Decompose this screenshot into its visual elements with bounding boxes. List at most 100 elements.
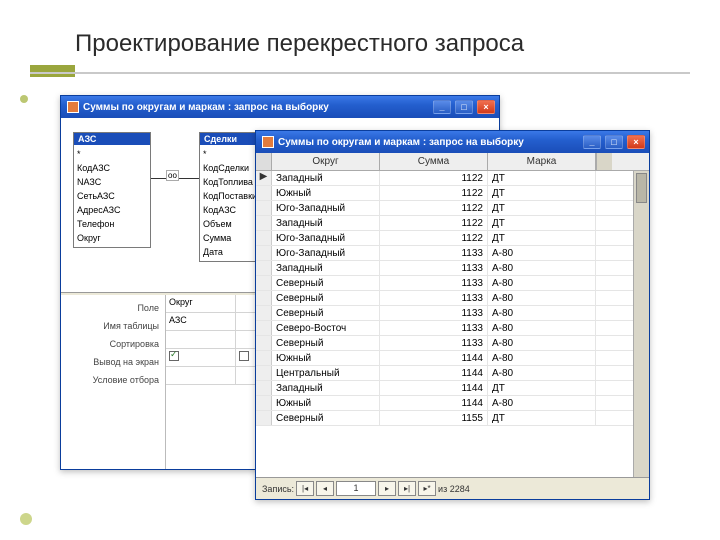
nav-next-button[interactable]: ▸ [378, 481, 396, 496]
close-button[interactable]: × [477, 100, 495, 114]
field[interactable]: СетьАЗС [77, 189, 147, 203]
field[interactable]: АдресАЗС [77, 203, 147, 217]
grid-cell[interactable]: АЗС [166, 313, 236, 331]
cell-summa[interactable]: 1144 [380, 366, 488, 380]
title-bar[interactable]: Суммы по округам и маркам : запрос на вы… [256, 131, 649, 153]
cell-okrug[interactable]: Центральный [272, 366, 380, 380]
cell-okrug[interactable]: Юго-Западный [272, 201, 380, 215]
title-bar[interactable]: Суммы по округам и маркам : запрос на вы… [61, 96, 499, 118]
cell-summa[interactable]: 1133 [380, 336, 488, 350]
table-row[interactable]: Западный1144ДТ [256, 381, 633, 396]
cell-okrug[interactable]: Западный [272, 381, 380, 395]
table-row[interactable]: ▶Западный1122ДТ [256, 171, 633, 186]
cell-summa[interactable]: 1133 [380, 291, 488, 305]
cell-summa[interactable]: 1144 [380, 351, 488, 365]
cell-summa[interactable]: 1122 [380, 201, 488, 215]
cell-marka[interactable]: А-80 [488, 351, 596, 365]
cell-summa[interactable]: 1122 [380, 231, 488, 245]
row-selector[interactable] [256, 321, 272, 335]
table-row[interactable]: Западный1133А-80 [256, 261, 633, 276]
row-selector[interactable] [256, 291, 272, 305]
field[interactable]: * [77, 147, 147, 161]
cell-summa[interactable]: 1155 [380, 411, 488, 425]
cell-marka[interactable]: ДТ [488, 171, 596, 185]
vertical-scrollbar[interactable] [633, 171, 649, 477]
cell-marka[interactable]: А-80 [488, 261, 596, 275]
scrollbar-thumb[interactable] [636, 173, 647, 203]
cell-summa[interactable]: 1133 [380, 276, 488, 290]
minimize-button[interactable]: _ [433, 100, 451, 114]
cell-marka[interactable]: А-80 [488, 321, 596, 335]
table-row[interactable]: Северный1133А-80 [256, 291, 633, 306]
checkbox-icon[interactable] [239, 351, 249, 361]
scroll-up-button[interactable] [596, 153, 612, 170]
cell-summa[interactable]: 1122 [380, 216, 488, 230]
cell-summa[interactable]: 1122 [380, 171, 488, 185]
table-row[interactable]: Западный1122ДТ [256, 216, 633, 231]
row-selector[interactable]: ▶ [256, 171, 272, 185]
datasheet[interactable]: Округ Сумма Марка ▶Западный1122ДТЮжный11… [256, 153, 649, 477]
table-row[interactable]: Южный1144А-80 [256, 396, 633, 411]
nav-new-button[interactable]: ▸* [418, 481, 436, 496]
table-row[interactable]: Северный1155ДТ [256, 411, 633, 426]
table-row[interactable]: Северо-Восточ1133А-80 [256, 321, 633, 336]
row-selector[interactable] [256, 396, 272, 410]
row-selector[interactable] [256, 366, 272, 380]
maximize-button[interactable]: □ [455, 100, 473, 114]
cell-marka[interactable]: А-80 [488, 396, 596, 410]
cell-summa[interactable]: 1133 [380, 261, 488, 275]
column-header[interactable]: Округ [272, 153, 380, 170]
row-selector[interactable] [256, 276, 272, 290]
cell-okrug[interactable]: Северный [272, 276, 380, 290]
cell-okrug[interactable]: Западный [272, 216, 380, 230]
table-row[interactable]: Юго-Западный1122ДТ [256, 201, 633, 216]
select-all-corner[interactable] [256, 153, 272, 170]
close-button[interactable]: × [627, 135, 645, 149]
table-row[interactable]: Юго-Западный1122ДТ [256, 231, 633, 246]
field[interactable]: Округ [77, 231, 147, 245]
table-row[interactable]: Южный1144А-80 [256, 351, 633, 366]
cell-okrug[interactable]: Западный [272, 261, 380, 275]
table-row[interactable]: Южный1122ДТ [256, 186, 633, 201]
row-selector[interactable] [256, 306, 272, 320]
row-selector[interactable] [256, 231, 272, 245]
row-selector[interactable] [256, 411, 272, 425]
cell-summa[interactable]: 1133 [380, 321, 488, 335]
cell-okrug[interactable]: Северный [272, 411, 380, 425]
cell-marka[interactable]: ДТ [488, 381, 596, 395]
cell-okrug[interactable]: Южный [272, 396, 380, 410]
table-row[interactable]: Северный1133А-80 [256, 276, 633, 291]
row-selector[interactable] [256, 246, 272, 260]
cell-okrug[interactable]: Западный [272, 171, 380, 185]
table-row[interactable]: Северный1133А-80 [256, 336, 633, 351]
cell-marka[interactable]: А-80 [488, 246, 596, 260]
cell-marka[interactable]: ДТ [488, 216, 596, 230]
cell-marka[interactable]: А-80 [488, 276, 596, 290]
row-selector[interactable] [256, 261, 272, 275]
grid-cell[interactable] [166, 367, 236, 385]
cell-marka[interactable]: ДТ [488, 231, 596, 245]
cell-okrug[interactable]: Южный [272, 186, 380, 200]
cell-okrug[interactable]: Юго-Западный [272, 231, 380, 245]
field[interactable]: КодАЗС [77, 161, 147, 175]
row-selector[interactable] [256, 336, 272, 350]
cell-summa[interactable]: 1144 [380, 381, 488, 395]
field[interactable]: Телефон [77, 217, 147, 231]
cell-okrug[interactable]: Юго-Западный [272, 246, 380, 260]
cell-okrug[interactable]: Северный [272, 306, 380, 320]
table-row[interactable]: Центральный1144А-80 [256, 366, 633, 381]
nav-first-button[interactable]: |◂ [296, 481, 314, 496]
cell-marka[interactable]: А-80 [488, 291, 596, 305]
cell-okrug[interactable]: Южный [272, 351, 380, 365]
grid-cell[interactable]: Округ [166, 295, 236, 313]
cell-okrug[interactable]: Северный [272, 336, 380, 350]
row-selector[interactable] [256, 216, 272, 230]
maximize-button[interactable]: □ [605, 135, 623, 149]
checkbox-icon[interactable] [169, 351, 179, 361]
cell-marka[interactable]: ДТ [488, 411, 596, 425]
row-selector[interactable] [256, 201, 272, 215]
cell-okrug[interactable]: Северо-Восточ [272, 321, 380, 335]
cell-summa[interactable]: 1133 [380, 306, 488, 320]
row-selector[interactable] [256, 186, 272, 200]
row-selector[interactable] [256, 381, 272, 395]
